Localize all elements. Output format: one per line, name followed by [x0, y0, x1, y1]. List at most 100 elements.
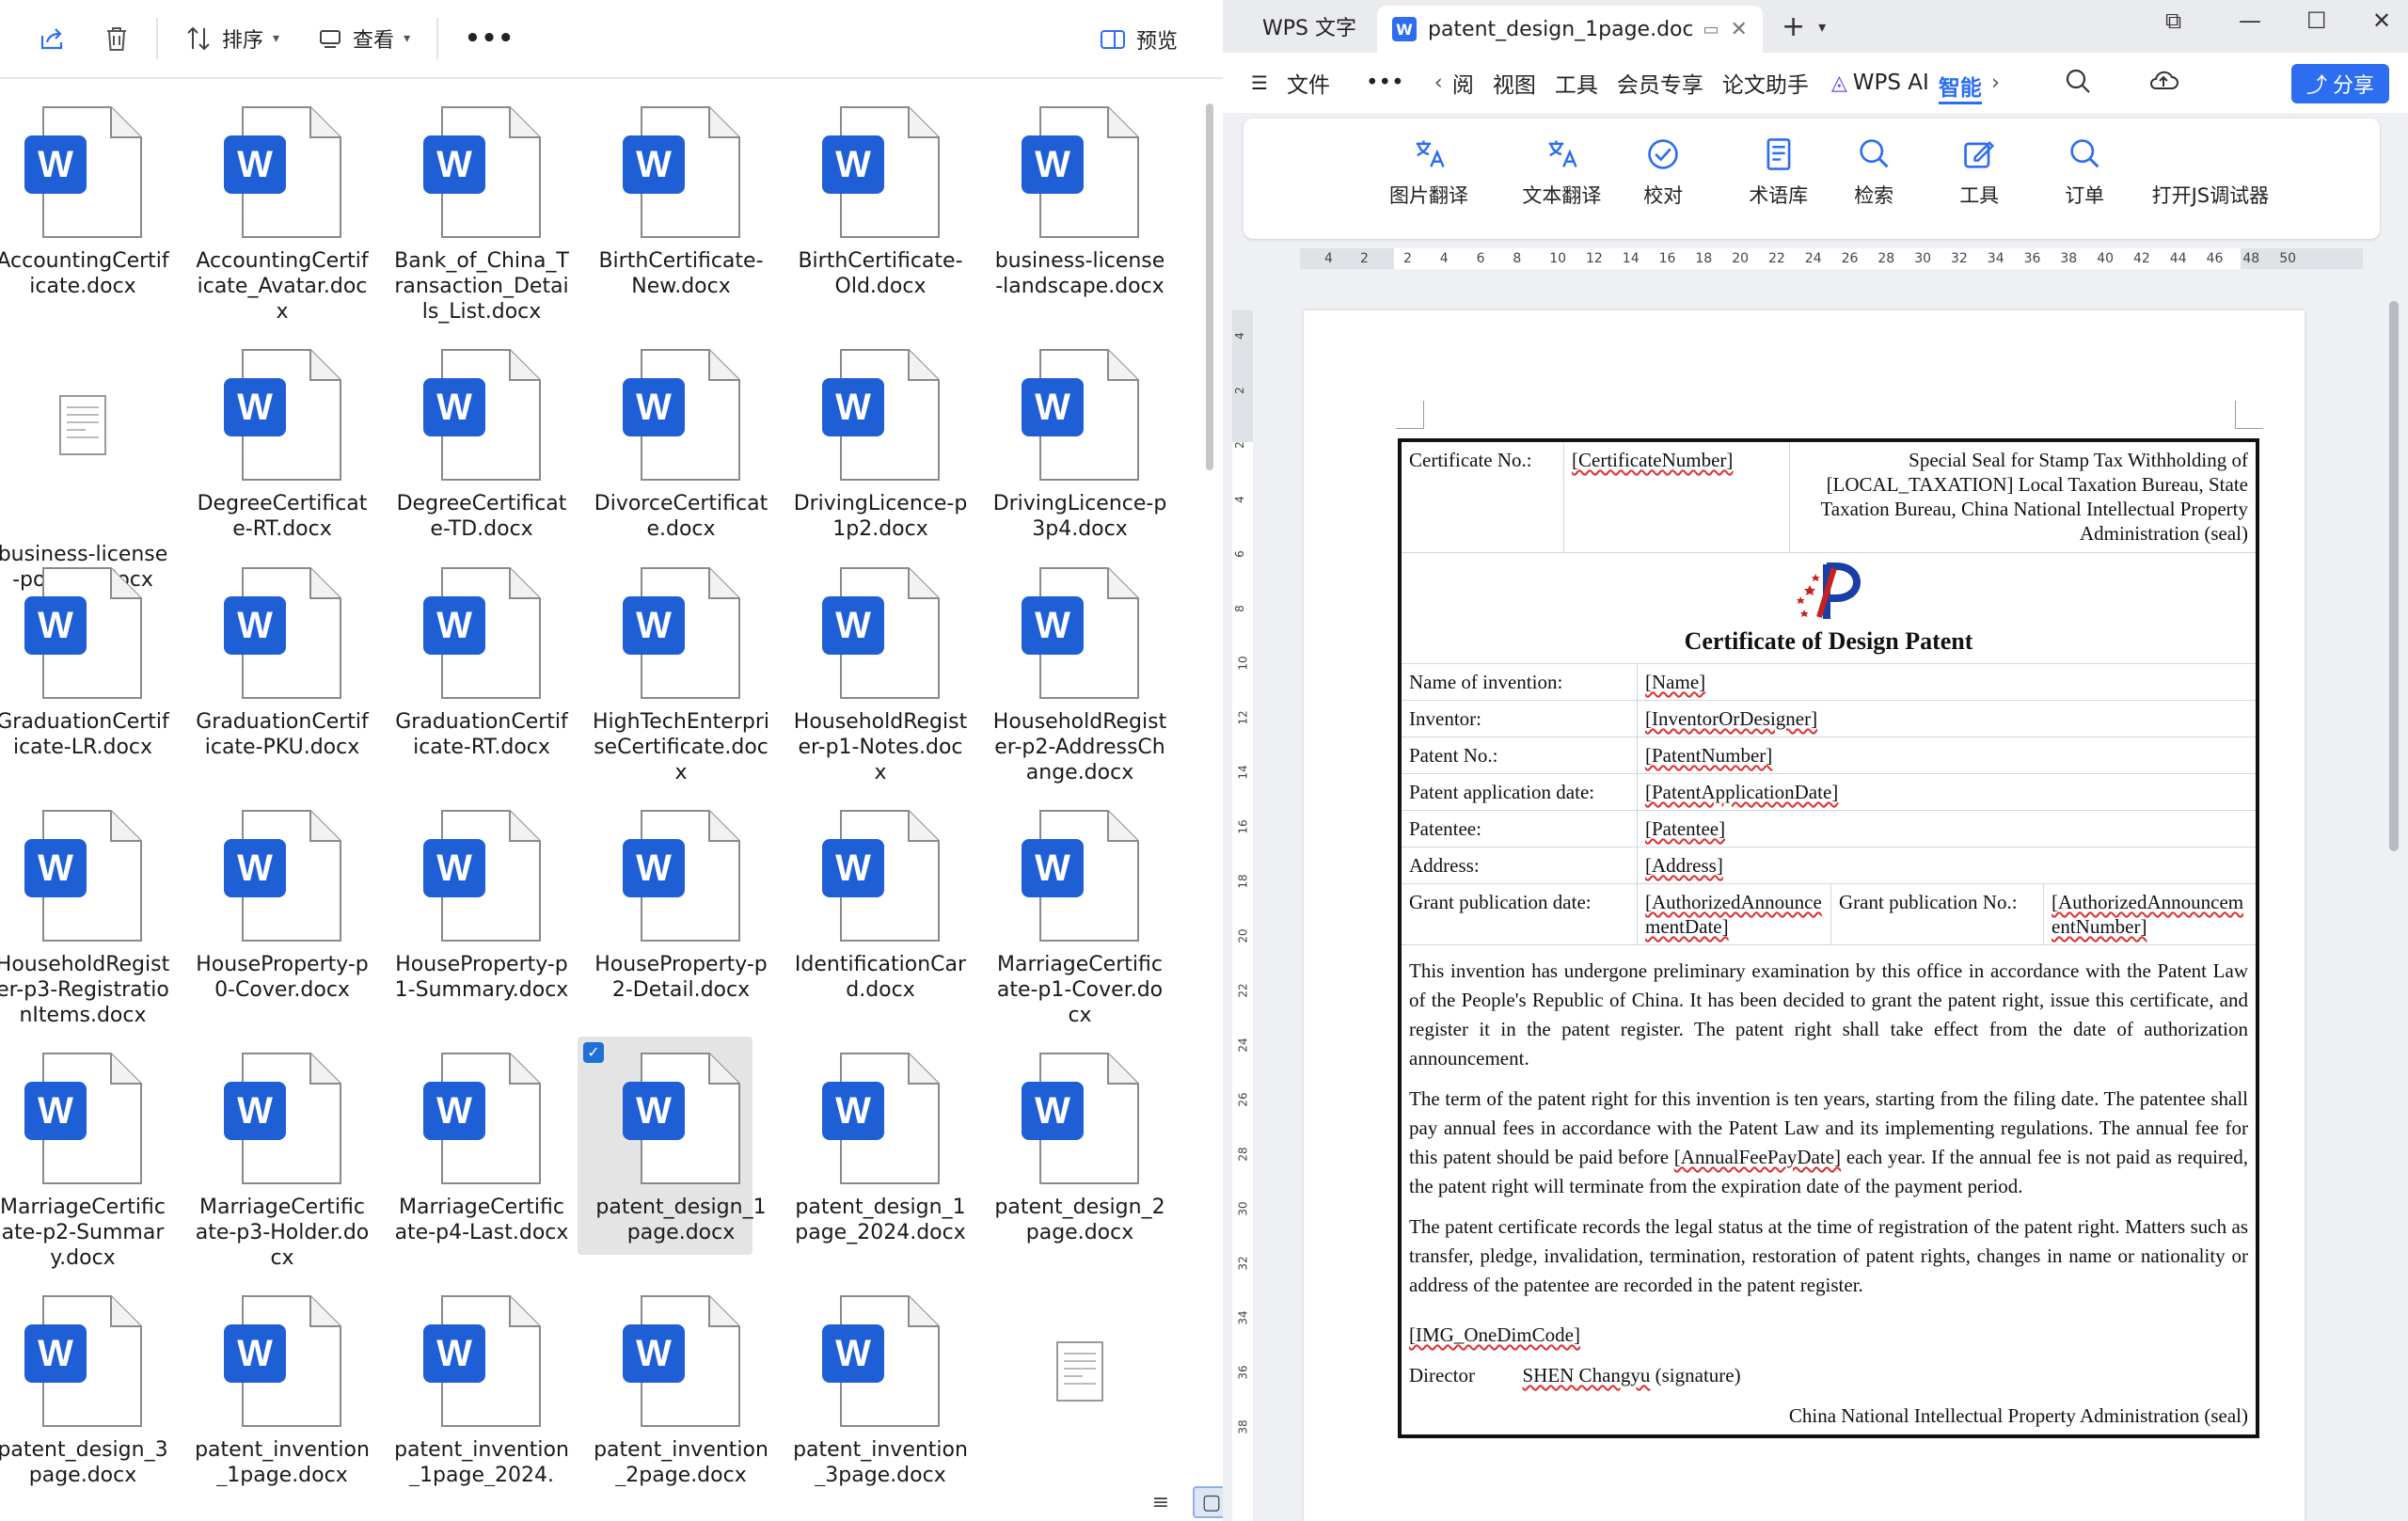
word-document-icon: W: [423, 106, 541, 238]
file-item[interactable]: Wbusiness-license-landscape.docx: [988, 102, 1172, 299]
file-item[interactable]: W GraduationCertificate-LR.docx: [0, 562, 175, 760]
file-icon: W: [406, 344, 557, 485]
file-item[interactable]: W AccountingCertificate.docx: [0, 102, 175, 299]
file-item[interactable]: Wpatent_design_2page.docx: [988, 1048, 1172, 1245]
vruler-tick: 4: [1232, 496, 1246, 503]
ruler-tick: 46: [2206, 251, 2224, 266]
field-label: Patent No.:: [1409, 744, 1498, 767]
file-item[interactable]: W DrivingLicence-p3p4.docx: [988, 344, 1172, 542]
vertical-ruler[interactable]: 4 2 2 4 6 8 10 12 14 16 18 20 22 24 26 28 30 32 34 36 38: [1232, 310, 1253, 1521]
close-tab-icon[interactable]: ✕: [1731, 18, 1748, 41]
more-button[interactable]: •••: [446, 10, 533, 67]
vruler-tick: 18: [1236, 874, 1250, 889]
file-item[interactable]: Wpatent_design_1page_2024.docx: [788, 1048, 973, 1245]
hamburger-icon[interactable]: ☰: [1242, 71, 1277, 94]
file-item[interactable]: business-license-portrait.docx: [0, 344, 175, 593]
file-item[interactable]: W GraduationCertificate-RT.docx: [389, 562, 574, 760]
share-button[interactable]: [19, 10, 85, 67]
file-item[interactable]: W DivorceCertificate.docx: [589, 344, 773, 542]
ribbon-glossary-button[interactable]: 术语库: [1749, 135, 1808, 209]
menu-view[interactable]: 视图: [1483, 67, 1545, 99]
file-item[interactable]: Wpatent_invention_2page.docx: [589, 1291, 773, 1486]
menu-thesis[interactable]: 论文助手: [1713, 67, 1818, 99]
checkbox-checked-icon[interactable]: ✓: [583, 1042, 604, 1063]
sort-button[interactable]: 排序 ▾: [166, 10, 298, 67]
file-item[interactable]: W Bank_of_China_Transaction_Details_List.…: [389, 102, 574, 325]
file-item[interactable]: W MarriageCertificate-p1-Cover.docx: [988, 805, 1172, 1028]
svg-text:W: W: [237, 144, 273, 185]
field-value: [PatentApplicationDate]: [1637, 774, 2256, 810]
file-item[interactable]: W MarriageCertificate-p4-Last.docx: [389, 1048, 574, 1245]
menu-more[interactable]: •••: [1356, 71, 1414, 95]
menu-smart[interactable]: 智能: [1938, 70, 1982, 104]
file-item[interactable]: W IdentificationCard.docx: [788, 805, 973, 1003]
word-document-icon: W: [224, 810, 341, 942]
document-tab[interactable]: W patent_design_1page.doc ▭ ✕: [1376, 6, 1763, 53]
file-item[interactable]: W BirthCertificate-Old.docx: [788, 102, 973, 299]
ribbon-search-button[interactable]: 检索: [1854, 135, 1893, 209]
file-item[interactable]: W HouseProperty-p0-Cover.docx: [190, 805, 374, 1003]
file-item[interactable]: Wpatent_invention_3page.docx: [788, 1291, 973, 1486]
chevron-down-icon[interactable]: ▾: [1818, 18, 1826, 36]
barcode-placeholder: [IMG_OneDimCode]: [1409, 1323, 1580, 1346]
ribbon-order-button[interactable]: 订单: [2065, 135, 2104, 209]
ribbon-translate-text-button[interactable]: 文本翻译: [1522, 135, 1601, 209]
menu-wps-ai[interactable]: WPS AI: [1847, 71, 1939, 95]
file-item[interactable]: W HouseProperty-p2-Detail.docx: [589, 805, 773, 1003]
maximize-icon[interactable]: ☐: [2306, 8, 2327, 34]
document-page[interactable]: Certificate No.: [CertificateNumber] Spe…: [1304, 310, 2305, 1521]
file-item[interactable]: ✓ Wpatent_design_1page.docx: [578, 1037, 773, 1255]
preview-button[interactable]: 预览: [1080, 11, 1196, 68]
file-item[interactable]: W DegreeCertificate-TD.docx: [389, 344, 574, 542]
file-item[interactable]: Wpatent_design_3page.docx: [0, 1291, 175, 1486]
minimize-icon[interactable]: —: [2239, 8, 2261, 34]
search-icon[interactable]: [2064, 67, 2092, 99]
field-placeholder: [InventorOrDesigner]: [1645, 707, 1818, 730]
file-item[interactable]: patent_spec.docx: [988, 1291, 1172, 1486]
chevron-left-icon[interactable]: ‹: [1425, 71, 1452, 95]
svg-text:W: W: [237, 848, 273, 889]
cloud-upload-icon[interactable]: [2148, 68, 2179, 98]
ribbon-tools-button[interactable]: 工具: [1959, 135, 1999, 209]
wps-app-tab[interactable]: WPS 文字: [1242, 6, 1377, 47]
menu-tools[interactable]: 工具: [1545, 67, 1608, 99]
ribbon-proofread-button[interactable]: 校对: [1643, 135, 1683, 209]
file-item[interactable]: W MarriageCertificate-p2-Summary.docx: [0, 1048, 175, 1271]
menu-file[interactable]: 文件: [1277, 67, 1339, 99]
file-item[interactable]: W HouseholdRegister-p1-Notes.docx: [788, 562, 973, 785]
file-item[interactable]: W GraduationCertificate-PKU.docx: [190, 562, 374, 760]
delete-button[interactable]: [85, 10, 149, 67]
horizontal-ruler[interactable]: 4 2 2 4 6 8 10 12 14 16 18 20 22 24 26 28 30 32 34 36 38 40 42…: [1300, 248, 2363, 269]
ribbon-translate-image-button[interactable]: 图片翻译: [1389, 135, 1468, 209]
file-item[interactable]: W AccountingCertificate_Avatar.docx: [190, 102, 374, 325]
file-item[interactable]: Wpatent_invention_1page.docx: [190, 1291, 374, 1486]
certificate-header-row: Certificate No.: [CertificateNumber] Spe…: [1402, 442, 2256, 553]
file-item[interactable]: W HighTechEnterpriseCertificate.docx: [589, 562, 773, 785]
vruler-tick: 20: [1236, 928, 1250, 943]
file-item[interactable]: W MarriageCertificate-p3-Holder.docx: [190, 1048, 374, 1271]
file-item[interactable]: W BirthCertificate-New.docx: [589, 102, 773, 299]
file-name: HouseProperty-p1-Summary.docx: [394, 953, 569, 1002]
close-window-icon[interactable]: ✕: [2372, 8, 2391, 34]
view-button[interactable]: 查看 ▾: [298, 10, 429, 67]
vruler-tick: 34: [1236, 1310, 1250, 1325]
menu-review[interactable]: 阅: [1452, 67, 1483, 99]
new-tab-icon[interactable]: +: [1782, 10, 1805, 43]
file-item[interactable]: Wpatent_invention_1page_2024.: [389, 1291, 574, 1486]
file-item[interactable]: W DrivingLicence-p1p2.docx: [788, 344, 973, 542]
menu-member[interactable]: 会员专享: [1608, 67, 1713, 99]
file-item[interactable]: W HouseProperty-p1-Summary.docx: [389, 805, 574, 1003]
details-view-button[interactable]: ≡: [1142, 1486, 1180, 1518]
file-item[interactable]: W DegreeCertificate-RT.docx: [190, 344, 374, 542]
restore-window-icon[interactable]: ⧉: [2165, 8, 2181, 34]
document-scrollbar[interactable]: [2389, 301, 2399, 851]
explorer-scrollbar[interactable]: [1206, 103, 1213, 470]
svg-text:W: W: [636, 605, 672, 646]
view-label: 查看: [353, 29, 395, 53]
share-button[interactable]: ⤴ 分享: [2290, 64, 2389, 103]
chevron-right-icon[interactable]: ›: [1982, 71, 2009, 95]
file-item[interactable]: W HouseholdRegister-p2-AddressChange.docx: [988, 562, 1172, 785]
ribbon-js-debugger-button[interactable]: 打开JS调试器: [2152, 135, 2270, 209]
file-name: AccountingCertificate.docx: [0, 249, 169, 298]
file-item[interactable]: W HouseholdRegister-p3-RegistrationItems.…: [0, 805, 175, 1028]
